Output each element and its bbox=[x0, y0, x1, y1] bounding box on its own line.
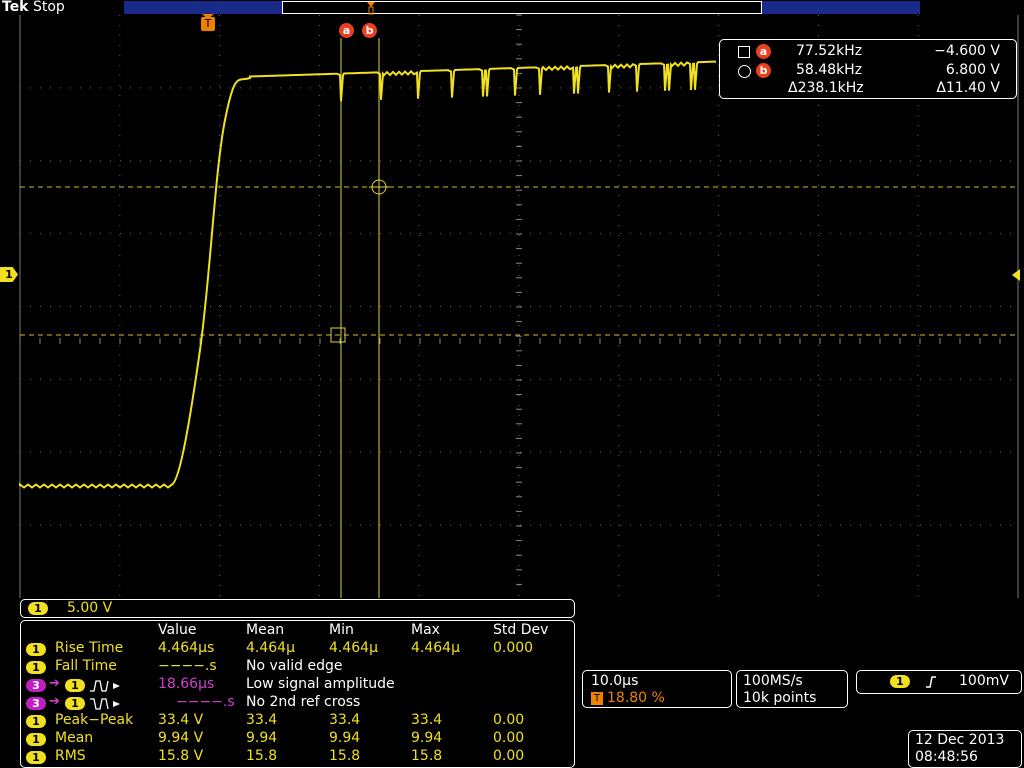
cursor-a-marker[interactable]: a bbox=[339, 23, 354, 38]
cursor-b-icon: b bbox=[756, 63, 771, 78]
arrow-right-icon: ➔ bbox=[49, 676, 60, 691]
channel1-badge: 1 bbox=[28, 602, 48, 615]
trigger-source-badge: 1 bbox=[890, 675, 910, 688]
measurement-value: −−−−.s bbox=[158, 658, 217, 674]
date: 12 Dec 2013 bbox=[915, 732, 1005, 748]
trigger-level: 100mV bbox=[959, 673, 1009, 689]
cursor-readout: a 77.52kHz −4.600 V b 58.48kHz 6.800 V Δ… bbox=[719, 39, 1017, 99]
measurement-stddev: 0.00 bbox=[493, 748, 525, 764]
measurement-message: No valid edge bbox=[246, 658, 343, 674]
datetime-panel: 12 Dec 2013 08:48:56 bbox=[908, 730, 1022, 768]
trigger-panel[interactable]: 1 100mV bbox=[856, 670, 1022, 694]
measurement-max: 15.8 bbox=[411, 748, 443, 764]
measurement-header: Value bbox=[158, 622, 197, 638]
measurement-min: 4.464µ bbox=[329, 640, 378, 656]
measurement-row[interactable]: 1 RMS 15.8 V 15.8 15.8 15.8 0.00 bbox=[21, 748, 574, 766]
measurement-label: Fall Time bbox=[55, 658, 117, 674]
measurement-row[interactable]: 3 ➔ 1 18.66µs Low signal amplitude bbox=[21, 676, 574, 694]
measurement-header: Min bbox=[329, 622, 354, 638]
measurement-max: 9.94 bbox=[411, 730, 443, 746]
horizontal-scale: 10.0µs bbox=[591, 673, 639, 689]
measurement-value: −−−−.s bbox=[176, 694, 235, 710]
cursor-b-voltage: 6.800 V bbox=[945, 62, 1000, 78]
measurement-max: 4.464µ bbox=[411, 640, 460, 656]
trigger-position: 18.80 % bbox=[607, 690, 665, 706]
measurement-value: 4.464µs bbox=[158, 640, 215, 656]
trigger-icon: T bbox=[591, 692, 603, 705]
measurement-label: RMS bbox=[55, 748, 86, 764]
timebase-panel[interactable]: 10.0µs T 18.80 % bbox=[582, 670, 732, 708]
measurement-value: 9.94 V bbox=[158, 730, 204, 746]
cursor-delta-frequency: Δ238.1kHz bbox=[788, 80, 864, 96]
measurement-message: Low signal amplitude bbox=[246, 676, 395, 692]
edge-delay-falling-icon bbox=[90, 698, 120, 710]
arrow-right-icon: ➔ bbox=[49, 694, 60, 709]
cursor-b-frequency: 58.48kHz bbox=[796, 62, 863, 78]
channel3-badge: 3 bbox=[26, 679, 46, 692]
acquisition-panel[interactable]: 100MS/s 10k points bbox=[736, 670, 848, 708]
measurement-stddev: 0.00 bbox=[493, 730, 525, 746]
measurement-min: 33.4 bbox=[329, 712, 361, 728]
measurement-label: Rise Time bbox=[55, 640, 124, 656]
measurement-value: 33.4 V bbox=[158, 712, 204, 728]
measurement-stddev: 0.000 bbox=[493, 640, 534, 656]
record-length: 10k points bbox=[743, 690, 817, 706]
measurement-label: Mean bbox=[55, 730, 94, 746]
measurement-header: Mean bbox=[246, 622, 285, 638]
cursor-a-icon: a bbox=[756, 44, 771, 59]
channel1-badge: 1 bbox=[26, 751, 46, 764]
measurement-row[interactable]: 1 Fall Time −−−−.s No valid edge bbox=[21, 658, 574, 676]
trigger-position-marker[interactable]: T bbox=[201, 17, 215, 31]
sample-rate: 100MS/s bbox=[743, 673, 803, 689]
rising-edge-icon bbox=[926, 676, 936, 688]
cursor-delta-voltage: Δ11.40 V bbox=[936, 80, 1000, 96]
measurement-row[interactable]: 1 Peak−Peak 33.4 V 33.4 33.4 33.4 0.00 bbox=[21, 712, 574, 730]
channel1-badge: 1 bbox=[26, 715, 46, 728]
cursor-a-voltage: −4.600 V bbox=[934, 43, 1000, 59]
channel1-badge: 1 bbox=[65, 679, 85, 692]
square-cursor-icon bbox=[738, 46, 750, 58]
measurement-panel[interactable]: Value Mean Min Max Std Dev 1 Rise Time 4.464µs… bbox=[20, 620, 575, 768]
measurement-value: 15.8 V bbox=[158, 748, 204, 764]
measurement-row[interactable]: 1 Rise Time 4.464µs 4.464µ 4.464µ 4.464µ 0.000 bbox=[21, 640, 574, 658]
measurement-min: 9.94 bbox=[329, 730, 361, 746]
measurement-max: 33.4 bbox=[411, 712, 443, 728]
measurement-value: 18.66µs bbox=[158, 676, 215, 692]
measurement-row[interactable]: 1 Mean 9.94 V 9.94 9.94 9.94 0.00 bbox=[21, 730, 574, 748]
measurement-row[interactable]: 3 ➔ 1 −−−−.s No 2nd ref cross bbox=[21, 694, 574, 712]
measurement-header: Std Dev bbox=[493, 622, 549, 638]
channel1-scale: 5.00 V bbox=[67, 600, 113, 616]
channel1-badge: 1 bbox=[26, 643, 46, 656]
measurement-header: Max bbox=[411, 622, 440, 638]
measurement-mean: 15.8 bbox=[246, 748, 278, 764]
channel1-badge: 1 bbox=[65, 697, 85, 710]
channel1-badge: 1 bbox=[26, 733, 46, 746]
cursor-a-frequency: 77.52kHz bbox=[796, 43, 863, 59]
measurement-message: No 2nd ref cross bbox=[246, 694, 361, 710]
time: 08:48:56 bbox=[915, 749, 978, 765]
cursor-b-marker[interactable]: b bbox=[362, 23, 377, 38]
circle-cursor-icon bbox=[738, 65, 751, 78]
measurement-mean: 4.464µ bbox=[246, 640, 295, 656]
measurement-min: 15.8 bbox=[329, 748, 361, 764]
edge-delay-rising-icon bbox=[90, 680, 120, 692]
measurement-stddev: 0.00 bbox=[493, 712, 525, 728]
channel1-scale-panel[interactable]: 1 5.00 V bbox=[20, 599, 575, 618]
measurement-mean: 33.4 bbox=[246, 712, 278, 728]
channel3-badge: 3 bbox=[26, 697, 46, 710]
trigger-level-arrow-icon bbox=[1012, 269, 1020, 281]
channel1-badge: 1 bbox=[26, 661, 46, 674]
measurement-label: Peak−Peak bbox=[55, 712, 134, 728]
measurement-mean: 9.94 bbox=[246, 730, 278, 746]
